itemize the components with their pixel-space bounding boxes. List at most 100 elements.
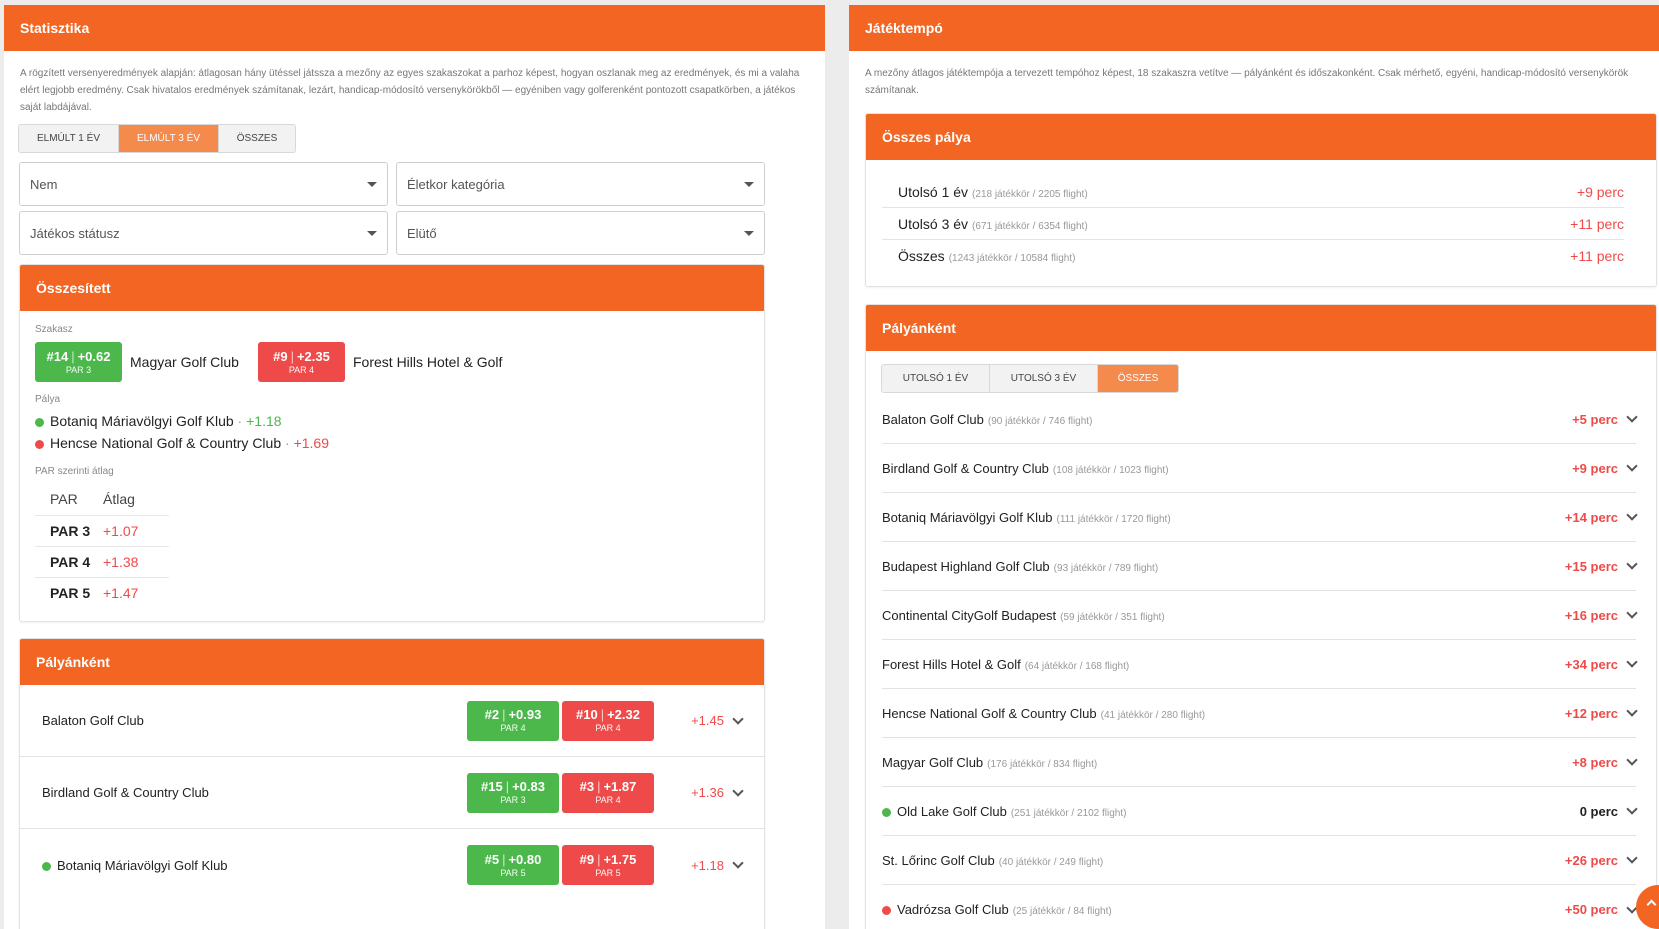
player-status-select[interactable]: Játékos státusz <box>19 211 388 255</box>
age-category-select[interactable]: Életkor kategória <box>396 162 765 206</box>
per-course-stats-card: Pályánként Balaton Golf Club #2 | +0.93 PA… <box>19 638 765 929</box>
chevron-down-icon[interactable] <box>732 857 744 869</box>
course-pace-row[interactable]: Botaniq Máriavölgyi Golf Klub (111 játékk… <box>882 493 1638 542</box>
period-meta: (1243 játékkör / 10584 flight) <box>948 253 1076 264</box>
course-stat-row[interactable]: Botaniq Máriavölgyi Golf Klub #5 | +0.80 P… <box>20 829 764 901</box>
chevron-down-icon[interactable] <box>1626 754 1638 766</box>
statistics-panel: Statisztika A rögzített versenyeredménye… <box>4 5 825 929</box>
worst-hole-badge: #3 | +1.87 PAR 4 <box>562 772 654 813</box>
tab-last-1-year[interactable]: ELMÚLT 1 ÉV <box>19 125 119 152</box>
tab-last-1-year[interactable]: UTOLSÓ 1 ÉV <box>882 365 990 392</box>
best-hole-par: PAR 3 <box>500 795 526 805</box>
green-dot-icon <box>882 807 891 817</box>
course-name: Vadrózsa Golf Club <box>897 902 1009 917</box>
course-pace-value: +5 perc <box>1572 411 1618 427</box>
par-cell: PAR 5 <box>50 584 91 601</box>
chevron-down-icon[interactable] <box>1626 852 1638 864</box>
tee-select[interactable]: Elütő <box>396 211 765 255</box>
course-meta: (59 játékkör / 351 flight) <box>1060 611 1165 623</box>
course-name: Hencse National Golf & Country Club <box>882 705 1097 721</box>
course-pace-value: +8 perc <box>1572 754 1618 770</box>
par-average-label: PAR szerinti átlag <box>35 466 114 477</box>
worst-hole-badge: #9 | +1.75 PAR 5 <box>562 845 654 885</box>
chevron-down-icon[interactable] <box>1626 558 1638 570</box>
course-pace-row[interactable]: Budapest Highland Golf Club (93 játékkör … <box>882 542 1638 591</box>
tab-all[interactable]: ÖSSZES <box>1098 365 1178 392</box>
course-name: Balaton Golf Club <box>882 411 984 427</box>
par-cell: PAR 4 <box>35 546 103 578</box>
table-row: PAR 4 +1.38 <box>35 546 169 578</box>
best-hole-badge: #2 | +0.93 PAR 4 <box>467 700 559 741</box>
par-table-header: PAR Átlag <box>35 484 169 516</box>
caret-down-icon <box>744 230 754 236</box>
green-dot-icon <box>35 417 44 427</box>
course-pace-row[interactable]: Old Lake Golf Club (251 játékkör / 2102 f… <box>882 787 1638 836</box>
per-course-pace-title: Pályánként <box>882 320 956 336</box>
chevron-down-icon[interactable] <box>1626 411 1638 423</box>
course-pace-row[interactable]: Balaton Golf Club (90 játékkör / 746 flig… <box>882 395 1638 444</box>
best-hole-badge: #5 | +0.80 PAR 5 <box>467 845 559 885</box>
course-pace-row[interactable]: Birdland Golf & Country Club (108 játékkö… <box>882 444 1638 493</box>
avg-column-header: Átlag <box>103 484 169 516</box>
caret-down-icon <box>744 181 754 187</box>
course-meta: (25 játékkör / 84 flight) <box>1012 906 1112 917</box>
worst-course-value: +1.69 <box>293 435 329 451</box>
all-courses-header: Összes pálya <box>866 114 1656 160</box>
worst-hole: #9 | +2.35 PAR 4 Forest Hills Hotel & Golf <box>258 342 502 382</box>
worst-hole-par: PAR 4 <box>595 795 621 805</box>
course-name: Birdland Golf & Country Club <box>42 785 209 800</box>
course-meta: (41 játékkör / 280 flight) <box>1100 709 1206 721</box>
course-name: Balaton Golf Club <box>42 713 144 728</box>
worst-hole-value: +2.32 <box>607 707 640 722</box>
course-pace-value: +9 perc <box>1572 460 1618 476</box>
chevron-down-icon[interactable] <box>1626 705 1638 717</box>
red-dot-icon <box>35 439 44 449</box>
chevron-down-icon[interactable] <box>1626 509 1638 521</box>
tab-all[interactable]: ÖSSZES <box>219 125 295 152</box>
course-pace-value: +50 perc <box>1564 902 1618 917</box>
chevron-down-icon[interactable] <box>1626 656 1638 668</box>
course-name: Budapest Highland Golf Club <box>882 558 1050 574</box>
per-course-pace-card: Pályánként UTOLSÓ 1 ÉV UTOLSÓ 3 ÉV ÖSSZE… <box>865 304 1657 929</box>
best-hole-badge: #14 | +0.62 PAR 3 <box>35 342 122 382</box>
course-stat-row[interactable]: Birdland Golf & Country Club #15 | +0.83 P… <box>20 757 764 829</box>
pace-value: +11 perc <box>1570 215 1624 232</box>
course-pace-row[interactable]: Magyar Golf Club (176 játékkör / 834 flig… <box>882 738 1638 787</box>
period-label: Utolsó 1 év <box>898 183 969 200</box>
caret-down-icon <box>367 181 377 187</box>
course-pace-row[interactable]: Hencse National Golf & Country Club (41 j… <box>882 689 1638 738</box>
par-column-header: PAR <box>35 484 103 516</box>
course-pace-value: 0 perc <box>1579 803 1618 819</box>
course-pace-row[interactable]: Forest Hills Hotel & Golf (64 játékkör / … <box>882 640 1638 689</box>
avg-cell: +1.47 <box>103 584 139 601</box>
tab-last-3-years[interactable]: UTOLSÓ 3 ÉV <box>990 365 1098 392</box>
chevron-down-icon[interactable] <box>1626 803 1638 815</box>
course-pace-row[interactable]: Continental CityGolf Budapest (59 játékkö… <box>882 591 1638 640</box>
per-course-pace-header: Pályánként <box>866 305 1656 351</box>
tee-select-label: Elütő <box>407 225 437 241</box>
worst-hole-number: #9 <box>273 348 288 364</box>
course-pace-row[interactable]: St. Lőrinc Golf Club (40 játékkör / 249 f… <box>882 836 1638 885</box>
course-name: Continental CityGolf Budapest <box>882 607 1057 623</box>
course-average: +1.45 <box>691 713 724 728</box>
course-stat-row[interactable]: Balaton Golf Club #2 | +0.93 PAR 4 #10 | +2.… <box>20 685 764 757</box>
course-pace-row[interactable]: Vadrózsa Golf Club (25 játékkör / 84 flig… <box>882 885 1638 929</box>
chevron-down-icon[interactable] <box>732 712 744 725</box>
pace-value: +11 perc <box>1570 248 1624 264</box>
worst-hole-value: +1.75 <box>603 851 637 867</box>
period-tabs: ELMÚLT 1 ÉV ELMÚLT 3 ÉV ÖSSZES <box>18 124 296 153</box>
best-course-value: +1.18 <box>246 413 282 429</box>
course-pace-value: +34 perc <box>1564 656 1618 672</box>
course-name: Magyar Golf Club <box>882 754 984 770</box>
course-pace-value: +15 perc <box>1564 558 1618 574</box>
tab-last-3-years[interactable]: ELMÚLT 3 ÉV <box>119 125 219 152</box>
best-hole-value: +0.93 <box>508 707 542 722</box>
best-course: Botaniq Máriavölgyi Golf Klub · +1.18 <box>35 413 282 429</box>
chevron-down-icon[interactable] <box>1626 460 1638 472</box>
overall-pace-list: Utolsó 1 év (218 játékkör / 2205 flight) … <box>882 176 1624 272</box>
chevron-down-icon[interactable] <box>732 784 744 797</box>
avg-cell: +1.07 <box>103 515 169 547</box>
chevron-down-icon[interactable] <box>1626 607 1638 619</box>
gender-select[interactable]: Nem <box>19 162 388 206</box>
course-pace-value: +16 perc <box>1564 607 1618 623</box>
